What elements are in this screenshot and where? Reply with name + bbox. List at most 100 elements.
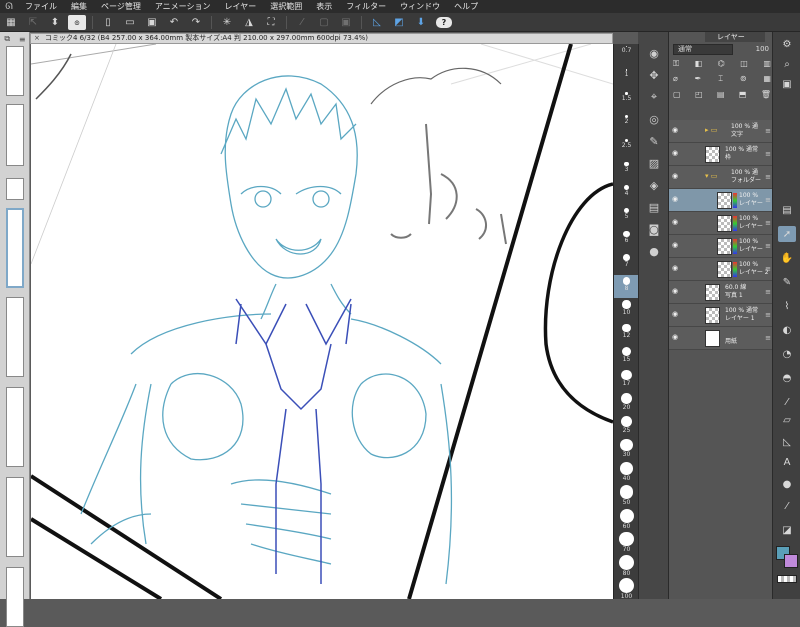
menu-edit[interactable]: 編集	[64, 0, 94, 13]
layer-row[interactable]: ◉ 100 % 通常 レイヤー 1 ≡	[669, 304, 773, 327]
line-correction-icon[interactable]: ⁄	[778, 498, 796, 514]
brush-size-option[interactable]: 6	[614, 229, 639, 252]
layer-menu-icon[interactable]: ≡	[765, 173, 771, 181]
gradient-icon[interactable]: ⁄	[778, 394, 796, 410]
blend-icon[interactable]: ◔	[778, 346, 796, 362]
mask-icon[interactable]: ▥	[763, 59, 771, 71]
brush-size-option[interactable]: 10	[614, 298, 639, 321]
brush-size-option[interactable]: 20	[614, 391, 639, 414]
menu-filter[interactable]: フィルター	[339, 0, 393, 13]
transform-icon[interactable]: ⛶	[262, 15, 280, 30]
brush-size-option[interactable]: 8	[614, 275, 639, 299]
hand-icon[interactable]: ✋	[778, 250, 796, 266]
layer-menu-icon[interactable]: ≡	[765, 288, 771, 296]
open-file-icon[interactable]: ▭	[121, 15, 139, 30]
folder-icon[interactable]: ▸ ▭	[705, 126, 717, 134]
page-thumbnail[interactable]	[6, 477, 24, 557]
brush-size-option[interactable]: 7	[614, 252, 639, 275]
brush-size-option[interactable]: 40	[614, 460, 639, 483]
grid-menu-icon[interactable]: ▦	[2, 15, 20, 30]
hatch-icon[interactable]: ▨	[644, 154, 664, 172]
page-thumbnail[interactable]	[6, 104, 24, 166]
eye-icon[interactable]: ◉	[672, 288, 681, 295]
dim-tool-icon-3[interactable]: ▣	[337, 15, 355, 30]
menu-layer[interactable]: レイヤー	[218, 0, 264, 13]
new-file-icon[interactable]: ▯	[99, 15, 117, 30]
new-folder-icon[interactable]: ▤	[717, 90, 725, 102]
merge-icon[interactable]: ⬒	[739, 90, 747, 102]
opacity-value[interactable]: 100	[737, 44, 771, 55]
ruler-snap-icon[interactable]: ◺	[368, 15, 386, 30]
frame-icon[interactable]: ◺	[778, 434, 796, 450]
figure-tool-icon[interactable]: ▱	[778, 412, 796, 428]
eye-icon[interactable]: ◉	[672, 242, 681, 249]
menu-view[interactable]: 表示	[309, 0, 339, 13]
eye-icon[interactable]: ◉	[672, 127, 681, 134]
layer-row[interactable]: ◉ 100 % レイヤー ≡	[669, 235, 773, 258]
menu-page[interactable]: ページ管理	[94, 0, 148, 13]
swirl-icon[interactable]: ၜ	[68, 14, 86, 30]
transparent-color-swatch[interactable]	[777, 575, 797, 583]
dim-tool-icon-2[interactable]: ▢	[315, 15, 333, 30]
layer-row[interactable]: ◉ 100 % 通常枠 ≡	[669, 143, 773, 166]
operation-icon[interactable]: ⌖	[644, 88, 664, 106]
figure-icon[interactable]: ◙	[644, 220, 664, 238]
brush-size-option[interactable]: 0.7	[614, 44, 639, 67]
zoom-icon[interactable]: ◉	[644, 44, 664, 62]
page-thumbnail[interactable]	[6, 297, 24, 377]
page-thumbnail-current[interactable]	[6, 208, 24, 288]
menu-animation[interactable]: アニメーション	[148, 0, 218, 13]
layer-menu-icon[interactable]: ≡	[765, 265, 771, 273]
pen-tool-icon[interactable]: ✎	[778, 274, 796, 290]
eraser-icon[interactable]: ◮	[240, 15, 258, 30]
layer-row[interactable]: ◉ 60.0 線写真 1 ≡	[669, 281, 773, 304]
layer-row[interactable]: ◉ 100 % レイヤー ≡	[669, 212, 773, 235]
search-icon[interactable]: ⌕	[778, 56, 796, 72]
delete-layer-icon[interactable]: 🗑	[761, 90, 771, 102]
blend-mode-select[interactable]: 通常	[673, 44, 733, 55]
eye-icon[interactable]: ◉	[672, 311, 681, 318]
layer-menu-icon[interactable]: ≡	[765, 334, 771, 342]
menu-selection[interactable]: 選択範囲	[263, 0, 309, 13]
strip-menu-icon[interactable]: ≡	[19, 35, 26, 44]
menu-file[interactable]: ファイル	[18, 0, 64, 13]
overlay-icon[interactable]: ⊚	[740, 74, 747, 86]
layer-menu-icon[interactable]: ≡	[765, 242, 771, 250]
eye-icon[interactable]: ◉	[672, 173, 681, 180]
brush-size-option[interactable]: 2.5	[614, 137, 639, 160]
special-ruler-icon[interactable]: ◩	[390, 15, 408, 30]
brush-size-option[interactable]: 4	[614, 183, 639, 206]
brush-size-option[interactable]: 1	[614, 67, 639, 90]
airbrush-icon[interactable]: ◐	[778, 322, 796, 338]
menu-window[interactable]: ウィンドウ	[393, 0, 447, 13]
drawing-canvas[interactable]	[31, 44, 613, 599]
eye-icon[interactable]: ◉	[672, 219, 681, 226]
brush-size-option[interactable]: 80	[614, 553, 639, 577]
dim-tool-icon[interactable]: ⁄	[293, 15, 311, 30]
brush-size-option[interactable]: 17	[614, 368, 639, 391]
text-icon[interactable]: A	[778, 454, 796, 470]
new-vector-icon[interactable]: ◰	[695, 90, 703, 102]
clip-icon[interactable]: ◧	[695, 59, 703, 71]
eye-icon[interactable]: ◉	[672, 265, 681, 272]
balloon-icon[interactable]: ●	[778, 476, 796, 492]
brush-size-option[interactable]: 50	[614, 483, 639, 506]
save-icon[interactable]: ▣	[143, 15, 161, 30]
page-thumbnail[interactable]	[6, 567, 24, 627]
layer-menu-icon[interactable]: ≡	[765, 127, 771, 135]
page-thumbnail[interactable]	[6, 178, 24, 200]
eye-icon[interactable]: ◉	[672, 196, 681, 203]
move-layer-icon[interactable]: ✥	[644, 66, 664, 84]
help-button[interactable]: ?	[436, 16, 452, 28]
pen-icon[interactable]: ✎	[644, 132, 664, 150]
fill-icon[interactable]: ◈	[644, 176, 664, 194]
page-thumbnail[interactable]	[6, 387, 24, 467]
menu-help[interactable]: ヘルプ	[447, 0, 485, 13]
layer-row[interactable]: ◉ ▸ ▭ 100 % 通文字 ≡	[669, 120, 773, 143]
layer-menu-icon[interactable]: ≡	[765, 311, 771, 319]
grid-icon[interactable]: ▦	[763, 74, 771, 86]
stepper-icon[interactable]: ⬍	[46, 15, 64, 30]
layer-menu-icon[interactable]: ≡	[765, 150, 771, 158]
eyedropper-icon[interactable]: ◪	[778, 522, 796, 538]
palette-icon[interactable]: ▤	[644, 198, 664, 216]
